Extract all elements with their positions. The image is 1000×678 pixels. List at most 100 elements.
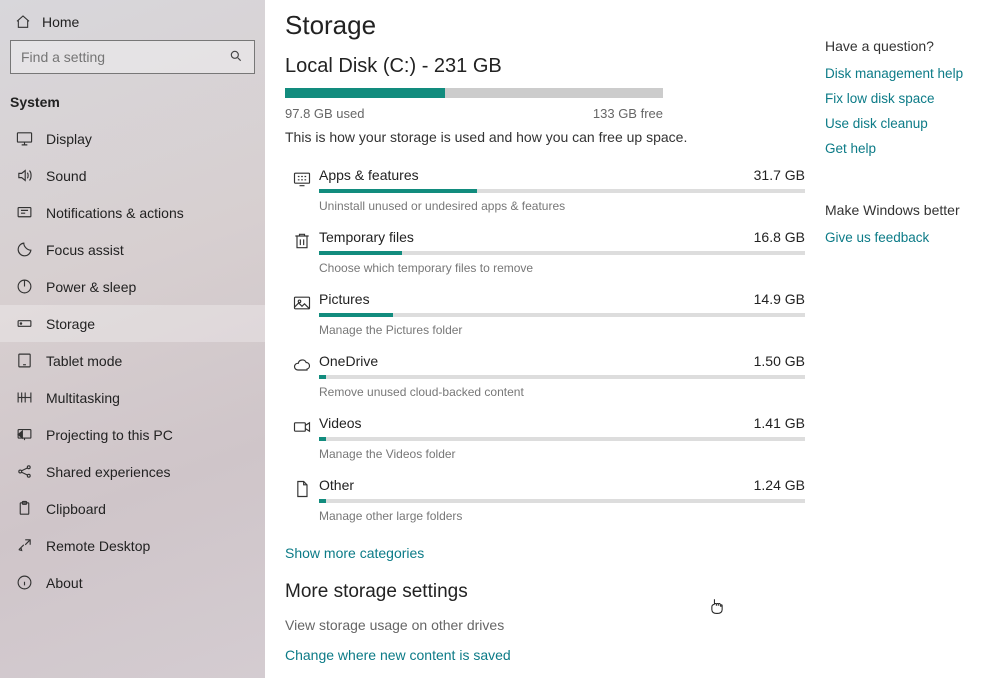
category-size: 14.9 GB [754, 291, 805, 307]
video-icon [285, 415, 319, 437]
sidebar-item-sound[interactable]: Sound [0, 157, 265, 194]
home-icon [14, 14, 32, 30]
more-storage-link[interactable]: Change where new content is saved [285, 647, 805, 663]
sidebar-item-multitask[interactable]: Multitasking [0, 379, 265, 416]
more-storage-link[interactable]: View storage usage on other drives [285, 617, 805, 633]
sidebar-item-focus[interactable]: Focus assist [0, 231, 265, 268]
category-subtext: Remove unused cloud-backed content [319, 385, 805, 399]
about-icon [14, 574, 34, 591]
other-icon [285, 477, 319, 499]
help-link[interactable]: Fix low disk space [825, 91, 995, 106]
help-pane: Have a question? Disk management help Fix… [825, 10, 995, 678]
home-label: Home [42, 14, 79, 30]
apps-icon [285, 167, 319, 189]
more-storage-heading: More storage settings [285, 581, 805, 603]
category-bar [319, 189, 805, 193]
sidebar-item-label: Shared experiences [46, 464, 171, 480]
disk-label: Local Disk (C:) - 231 GB [285, 55, 805, 78]
category-video[interactable]: Videos 1.41 GB Manage the Videos folder [285, 409, 805, 471]
category-apps[interactable]: Apps & features 31.7 GB Uninstall unused o… [285, 161, 805, 223]
help-link[interactable]: Disk management help [825, 66, 995, 81]
search-input[interactable] [10, 40, 255, 74]
main-area: Storage Local Disk (C:) - 231 GB 97.8 GB… [265, 0, 1000, 678]
sidebar-item-tablet[interactable]: Tablet mode [0, 342, 265, 379]
sidebar-item-label: About [46, 575, 83, 591]
more-storage-links: View storage usage on other drives Change… [285, 617, 805, 678]
category-bar [319, 313, 805, 317]
sidebar-item-label: Display [46, 131, 92, 147]
category-subtext: Manage other large folders [319, 509, 805, 523]
cloud-icon [285, 353, 319, 375]
category-bar [319, 251, 805, 255]
remote-icon [14, 537, 34, 554]
category-name: Pictures [319, 291, 370, 307]
category-bar [319, 499, 805, 503]
category-list: Apps & features 31.7 GB Uninstall unused o… [285, 161, 805, 533]
sidebar-item-label: Clipboard [46, 501, 106, 517]
category-subtext: Manage the Videos folder [319, 447, 805, 461]
category-picture[interactable]: Pictures 14.9 GB Manage the Pictures folde… [285, 285, 805, 347]
category-subtext: Uninstall unused or undesired apps & fea… [319, 199, 805, 213]
sidebar-item-storage[interactable]: Storage [0, 305, 265, 342]
category-size: 16.8 GB [754, 229, 805, 245]
category-name: Temporary files [319, 229, 414, 245]
category-trash[interactable]: Temporary files 16.8 GB Choose which tempo… [285, 223, 805, 285]
show-more-categories-link[interactable]: Show more categories [285, 545, 805, 561]
feedback-link[interactable]: Give us feedback [825, 230, 995, 245]
sidebar-item-power[interactable]: Power & sleep [0, 268, 265, 305]
category-size: 31.7 GB [754, 167, 805, 183]
multitask-icon [14, 389, 34, 406]
sidebar-group-label: System [0, 88, 265, 120]
disk-usage-legend: 97.8 GB used 133 GB free [285, 106, 663, 121]
nav-list: Display Sound Notifications & actionsFocus… [0, 120, 265, 601]
category-name: Other [319, 477, 354, 493]
used-label: 97.8 GB used [285, 106, 365, 121]
sidebar-item-label: Projecting to this PC [46, 427, 173, 443]
category-size: 1.24 GB [754, 477, 805, 493]
category-subtext: Choose which temporary files to remove [319, 261, 805, 275]
sidebar-item-about[interactable]: About [0, 564, 265, 601]
trash-icon [285, 229, 319, 251]
clipboard-icon [14, 500, 34, 517]
sidebar-item-label: Sound [46, 168, 86, 184]
sidebar-item-display[interactable]: Display [0, 120, 265, 157]
help-link[interactable]: Use disk cleanup [825, 116, 995, 131]
power-icon [14, 278, 34, 295]
search-icon [229, 49, 243, 63]
home-link[interactable]: Home [0, 8, 265, 40]
settings-sidebar: Home System Display Sound Notifications & … [0, 0, 265, 678]
notifications-icon [14, 204, 34, 221]
sidebar-item-notifications[interactable]: Notifications & actions [0, 194, 265, 231]
sidebar-item-label: Power & sleep [46, 279, 136, 295]
category-cloud[interactable]: OneDrive 1.50 GB Remove unused cloud-backe… [285, 347, 805, 409]
storage-description: This is how your storage is used and how… [285, 129, 805, 145]
category-name: Apps & features [319, 167, 419, 183]
tablet-icon [14, 352, 34, 369]
search-container [0, 40, 265, 88]
display-icon [14, 130, 34, 147]
disk-usage-fill [285, 88, 445, 98]
sidebar-item-label: Tablet mode [46, 353, 122, 369]
category-bar [319, 375, 805, 379]
sidebar-item-projecting[interactable]: Projecting to this PC [0, 416, 265, 453]
sidebar-item-remote[interactable]: Remote Desktop [0, 527, 265, 564]
sidebar-item-clipboard[interactable]: Clipboard [0, 490, 265, 527]
category-bar [319, 437, 805, 441]
category-size: 1.41 GB [754, 415, 805, 431]
category-other[interactable]: Other 1.24 GB Manage other large folders [285, 471, 805, 533]
category-name: OneDrive [319, 353, 378, 369]
sidebar-item-label: Multitasking [46, 390, 120, 406]
feedback-heading: Make Windows better [825, 202, 995, 218]
help-link[interactable]: Get help [825, 141, 995, 156]
page-title: Storage [285, 10, 805, 41]
projecting-icon [14, 426, 34, 443]
free-label: 133 GB free [593, 106, 663, 121]
question-heading: Have a question? [825, 38, 995, 54]
category-name: Videos [319, 415, 362, 431]
sidebar-item-shared[interactable]: Shared experiences [0, 453, 265, 490]
focus-icon [14, 241, 34, 258]
sidebar-item-label: Storage [46, 316, 95, 332]
shared-icon [14, 463, 34, 480]
category-subtext: Manage the Pictures folder [319, 323, 805, 337]
category-size: 1.50 GB [754, 353, 805, 369]
